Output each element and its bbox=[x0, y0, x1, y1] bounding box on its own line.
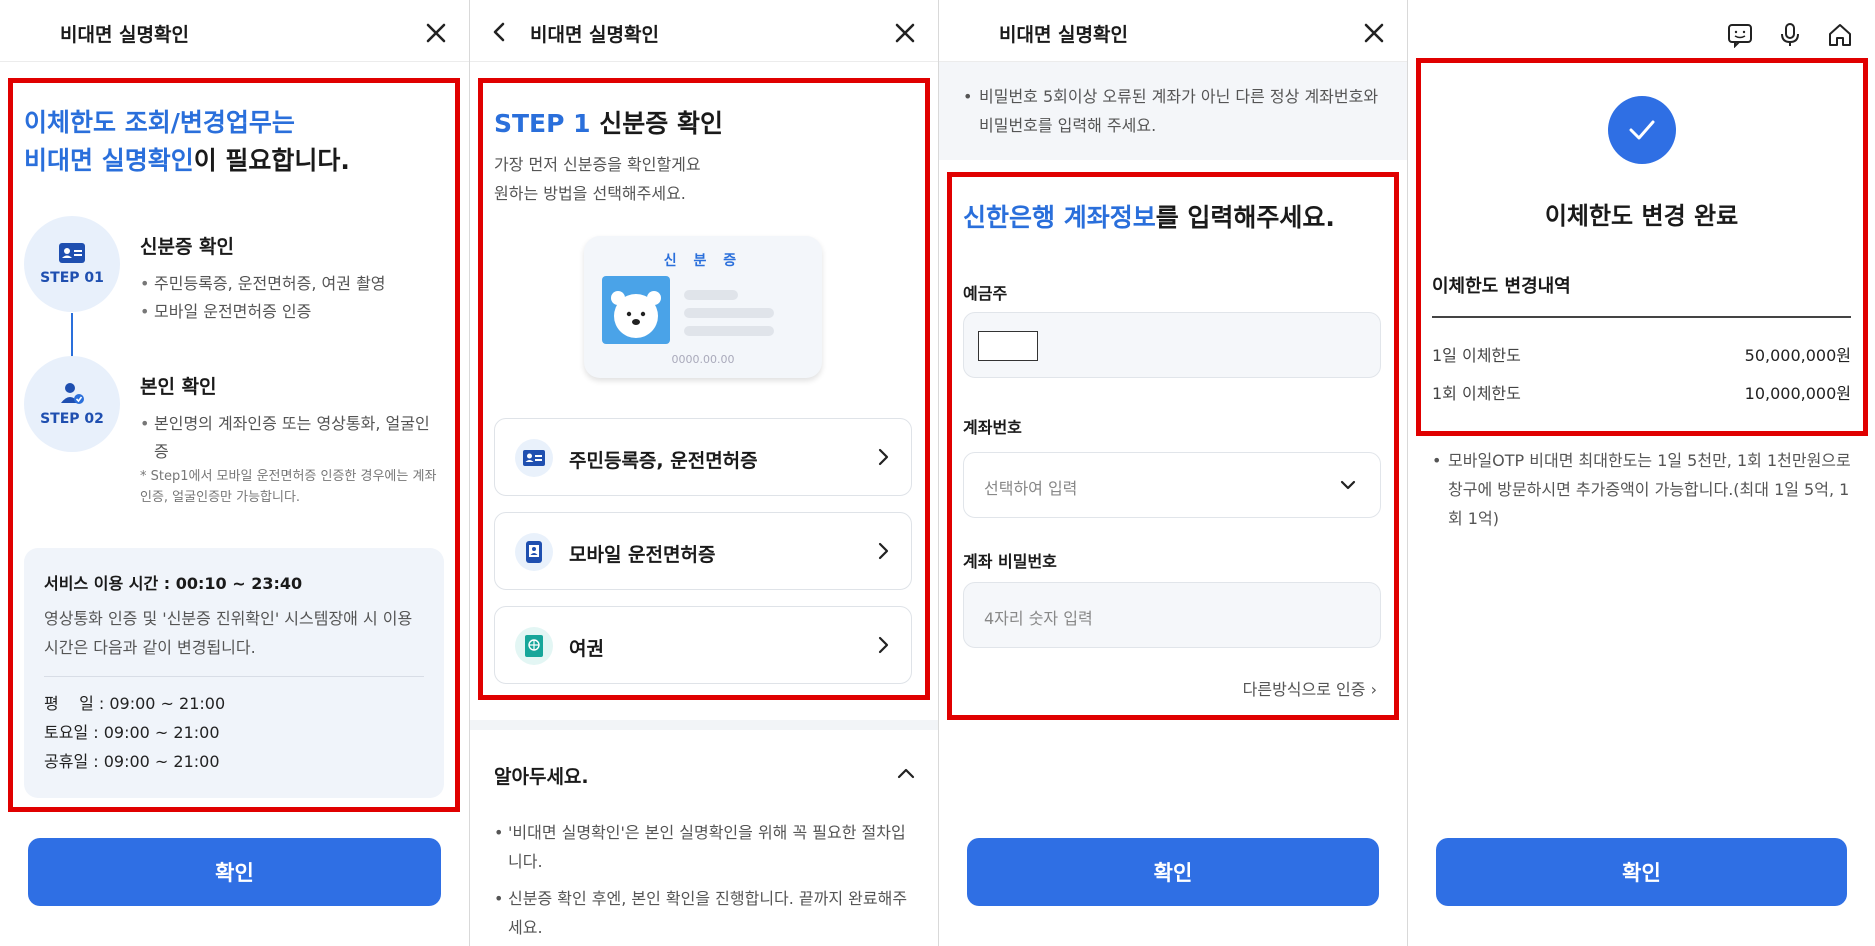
intro-headline: 이체한도 조회/변경업무는 비대면 실명확인이 필요합니다. bbox=[24, 108, 350, 175]
id-card-date: 0000.00.00 bbox=[671, 353, 735, 366]
service-hours-box: 서비스 이용 시간 : 00:10 ~ 23:40 영상통화 인증 및 '신분증… bbox=[24, 548, 444, 798]
depositor-name-box bbox=[978, 331, 1038, 361]
id-card-illustration: 신 분 증 0000.00.00 bbox=[584, 236, 822, 378]
confirm-button[interactable]: 확인 bbox=[1436, 838, 1847, 906]
list-item: '비대면 실명확인'은 본인 실명확인을 위해 꼭 필요한 절차입니다. bbox=[494, 818, 914, 876]
home-icon[interactable] bbox=[1827, 22, 1853, 48]
option-resident-card[interactable]: 주민등록증, 운전면허증 bbox=[494, 418, 912, 496]
account-number-select[interactable]: 선택하여 입력 bbox=[963, 452, 1381, 518]
service-hours-desc: 영상통화 인증 및 '신분증 진위확인' 시스템장애 시 이용시간은 다음과 같… bbox=[44, 609, 413, 657]
chat-icon[interactable] bbox=[1727, 22, 1753, 49]
confirm-button[interactable]: 확인 bbox=[967, 838, 1379, 906]
row-label: 1일 이체한도 bbox=[1432, 346, 1521, 365]
top-bar: 비대면 실명확인 bbox=[939, 0, 1407, 62]
option-passport[interactable]: 여권 bbox=[494, 606, 912, 684]
person-check-icon bbox=[61, 383, 84, 404]
account-password-label: 계좌 비밀번호 bbox=[963, 552, 1057, 571]
id-card-icon bbox=[515, 439, 553, 477]
section-separator bbox=[470, 720, 938, 730]
id-card-title: 신 분 증 bbox=[663, 253, 743, 269]
divider bbox=[44, 676, 424, 677]
step-connector bbox=[71, 313, 73, 357]
step1-title: 신분증 확인 bbox=[140, 236, 235, 258]
top-icons bbox=[1727, 22, 1853, 49]
password-notice: 비밀번호 5회이상 오류된 계좌가 아닌 다른 정상 계좌번호와 비밀번호를 입… bbox=[939, 62, 1407, 160]
top-bar: 비대면 실명확인 bbox=[0, 0, 469, 62]
list-item: 비밀번호 5회이상 오류된 계좌가 아닌 다른 정상 계좌번호와 비밀번호를 입… bbox=[963, 82, 1387, 140]
chevron-right-icon bbox=[878, 542, 889, 560]
step-subtitle: 가장 먼저 신분증을 확인할게요 원하는 방법을 선택해주세요. bbox=[494, 155, 701, 203]
table-row: 1회 이체한도 10,000,000원 bbox=[1432, 380, 1851, 404]
card-line bbox=[684, 326, 774, 336]
row-value: 50,000,000원 bbox=[1744, 346, 1851, 365]
otp-footnote: 모바일OTP 비대면 최대한도는 1일 5천만, 1회 1천만원으로 창구에 방… bbox=[1432, 446, 1852, 533]
list-item: 신분증 확인 후엔, 본인 확인을 진행합니다. 끝까지 완료해주세요. bbox=[494, 884, 914, 942]
history-title: 이체한도 변경내역 bbox=[1432, 276, 1571, 297]
option-label: 주민등록증, 운전면허증 bbox=[569, 450, 758, 472]
mobile-license-icon bbox=[515, 533, 553, 571]
row-label: 1회 이체한도 bbox=[1432, 384, 1521, 403]
hours-holiday: 공휴일 : 09:00 ~ 21:00 bbox=[44, 752, 220, 771]
list-item: 모바일OTP 비대면 최대한도는 1일 5천만, 1회 1천만원으로 창구에 방… bbox=[1432, 446, 1852, 533]
passport-icon bbox=[515, 627, 553, 665]
service-hours-heading: 서비스 이용 시간 : 00:10 ~ 23:40 bbox=[44, 574, 303, 593]
form-heading: 신한은행 계좌정보를 입력해주세요. bbox=[963, 203, 1335, 232]
chevron-right-icon bbox=[878, 448, 889, 466]
card-line bbox=[684, 308, 774, 318]
chevron-up-icon[interactable] bbox=[896, 764, 916, 784]
notice-list: '비대면 실명확인'은 본인 실명확인을 위해 꼭 필요한 절차입니다. 신분증… bbox=[494, 818, 914, 946]
step2-title: 본인 확인 bbox=[140, 376, 217, 398]
alt-auth-link[interactable]: 다른방식으로 인증 › bbox=[1243, 676, 1377, 700]
step2-bullets: 본인명의 계좌인증 또는 영상통화, 얼굴인증 bbox=[140, 410, 440, 466]
account-number-label: 계좌번호 bbox=[963, 418, 1022, 437]
table-row: 1일 이체한도 50,000,000원 bbox=[1432, 342, 1851, 366]
confirm-button[interactable]: 확인 bbox=[28, 838, 441, 906]
page-title: 비대면 실명확인 bbox=[60, 24, 189, 46]
top-bar: 비대면 실명확인 bbox=[470, 0, 938, 62]
account-password-placeholder: 4자리 숫자 입력 bbox=[984, 609, 1093, 628]
close-icon[interactable] bbox=[894, 22, 916, 44]
depositor-label: 예금주 bbox=[963, 284, 1008, 303]
account-password-input[interactable]: 4자리 숫자 입력 bbox=[963, 582, 1381, 648]
chevron-down-icon bbox=[1340, 480, 1356, 490]
step2-badge: STEP 02 bbox=[24, 356, 120, 452]
step-heading: STEP 1 신분증 확인 bbox=[494, 109, 723, 138]
page-title: 비대면 실명확인 bbox=[530, 24, 659, 46]
option-mobile-license[interactable]: 모바일 운전면허증 bbox=[494, 512, 912, 590]
divider bbox=[1432, 316, 1851, 318]
panel-account-info: 비대면 실명확인 비밀번호 5회이상 오류된 계좌가 아닌 다른 정상 계좌번호… bbox=[938, 0, 1407, 946]
close-icon[interactable] bbox=[1363, 22, 1385, 44]
step1-badge: STEP 01 bbox=[24, 216, 120, 312]
list-item: 모바일 운전면허증 인증 bbox=[140, 298, 386, 326]
list-item: 본인명의 계좌인증 또는 영상통화, 얼굴인증 bbox=[140, 410, 440, 466]
card-line bbox=[684, 290, 738, 300]
check-icon bbox=[1608, 96, 1676, 164]
list-item: 주민등록증, 운전면허증, 여권 촬영 bbox=[140, 270, 386, 298]
hours-saturday: 토요일 : 09:00 ~ 21:00 bbox=[44, 723, 220, 742]
account-number-placeholder: 선택하여 입력 bbox=[984, 479, 1078, 498]
step2-note: * Step1에서 모바일 운전면허증 인증한 경우에는 계좌인증, 얼굴인증만… bbox=[140, 469, 437, 505]
back-icon[interactable] bbox=[488, 20, 512, 44]
panel-intro: 비대면 실명확인 이체한도 조회/변경업무는 비대면 실명확인이 필요합니다. … bbox=[0, 0, 469, 946]
notice-title[interactable]: 알아두세요. bbox=[494, 762, 589, 789]
row-value: 10,000,000원 bbox=[1744, 384, 1851, 403]
complete-title: 이체한도 변경 완료 bbox=[1544, 202, 1739, 230]
option-label: 모바일 운전면허증 bbox=[569, 544, 716, 566]
chevron-right-icon: › bbox=[1370, 680, 1377, 699]
option-label: 여권 bbox=[569, 638, 604, 660]
panel-id-check: 비대면 실명확인 STEP 1 신분증 확인 가장 먼저 신분증을 확인할게요 … bbox=[469, 0, 938, 946]
mic-icon[interactable] bbox=[1777, 22, 1803, 48]
panel-complete: 이체한도 변경 완료 이체한도 변경내역 1일 이체한도 50,000,000원… bbox=[1407, 0, 1875, 946]
id-card-icon bbox=[59, 243, 85, 263]
close-icon[interactable] bbox=[425, 22, 447, 44]
depositor-field[interactable] bbox=[963, 312, 1381, 378]
step1-bullets: 주민등록증, 운전면허증, 여권 촬영 모바일 운전면허증 인증 bbox=[140, 270, 386, 326]
bear-mascot-icon bbox=[602, 276, 670, 344]
hours-weekday: 평 일 : 09:00 ~ 21:00 bbox=[44, 694, 226, 713]
chevron-right-icon bbox=[878, 636, 889, 654]
page-title: 비대면 실명확인 bbox=[999, 24, 1128, 46]
